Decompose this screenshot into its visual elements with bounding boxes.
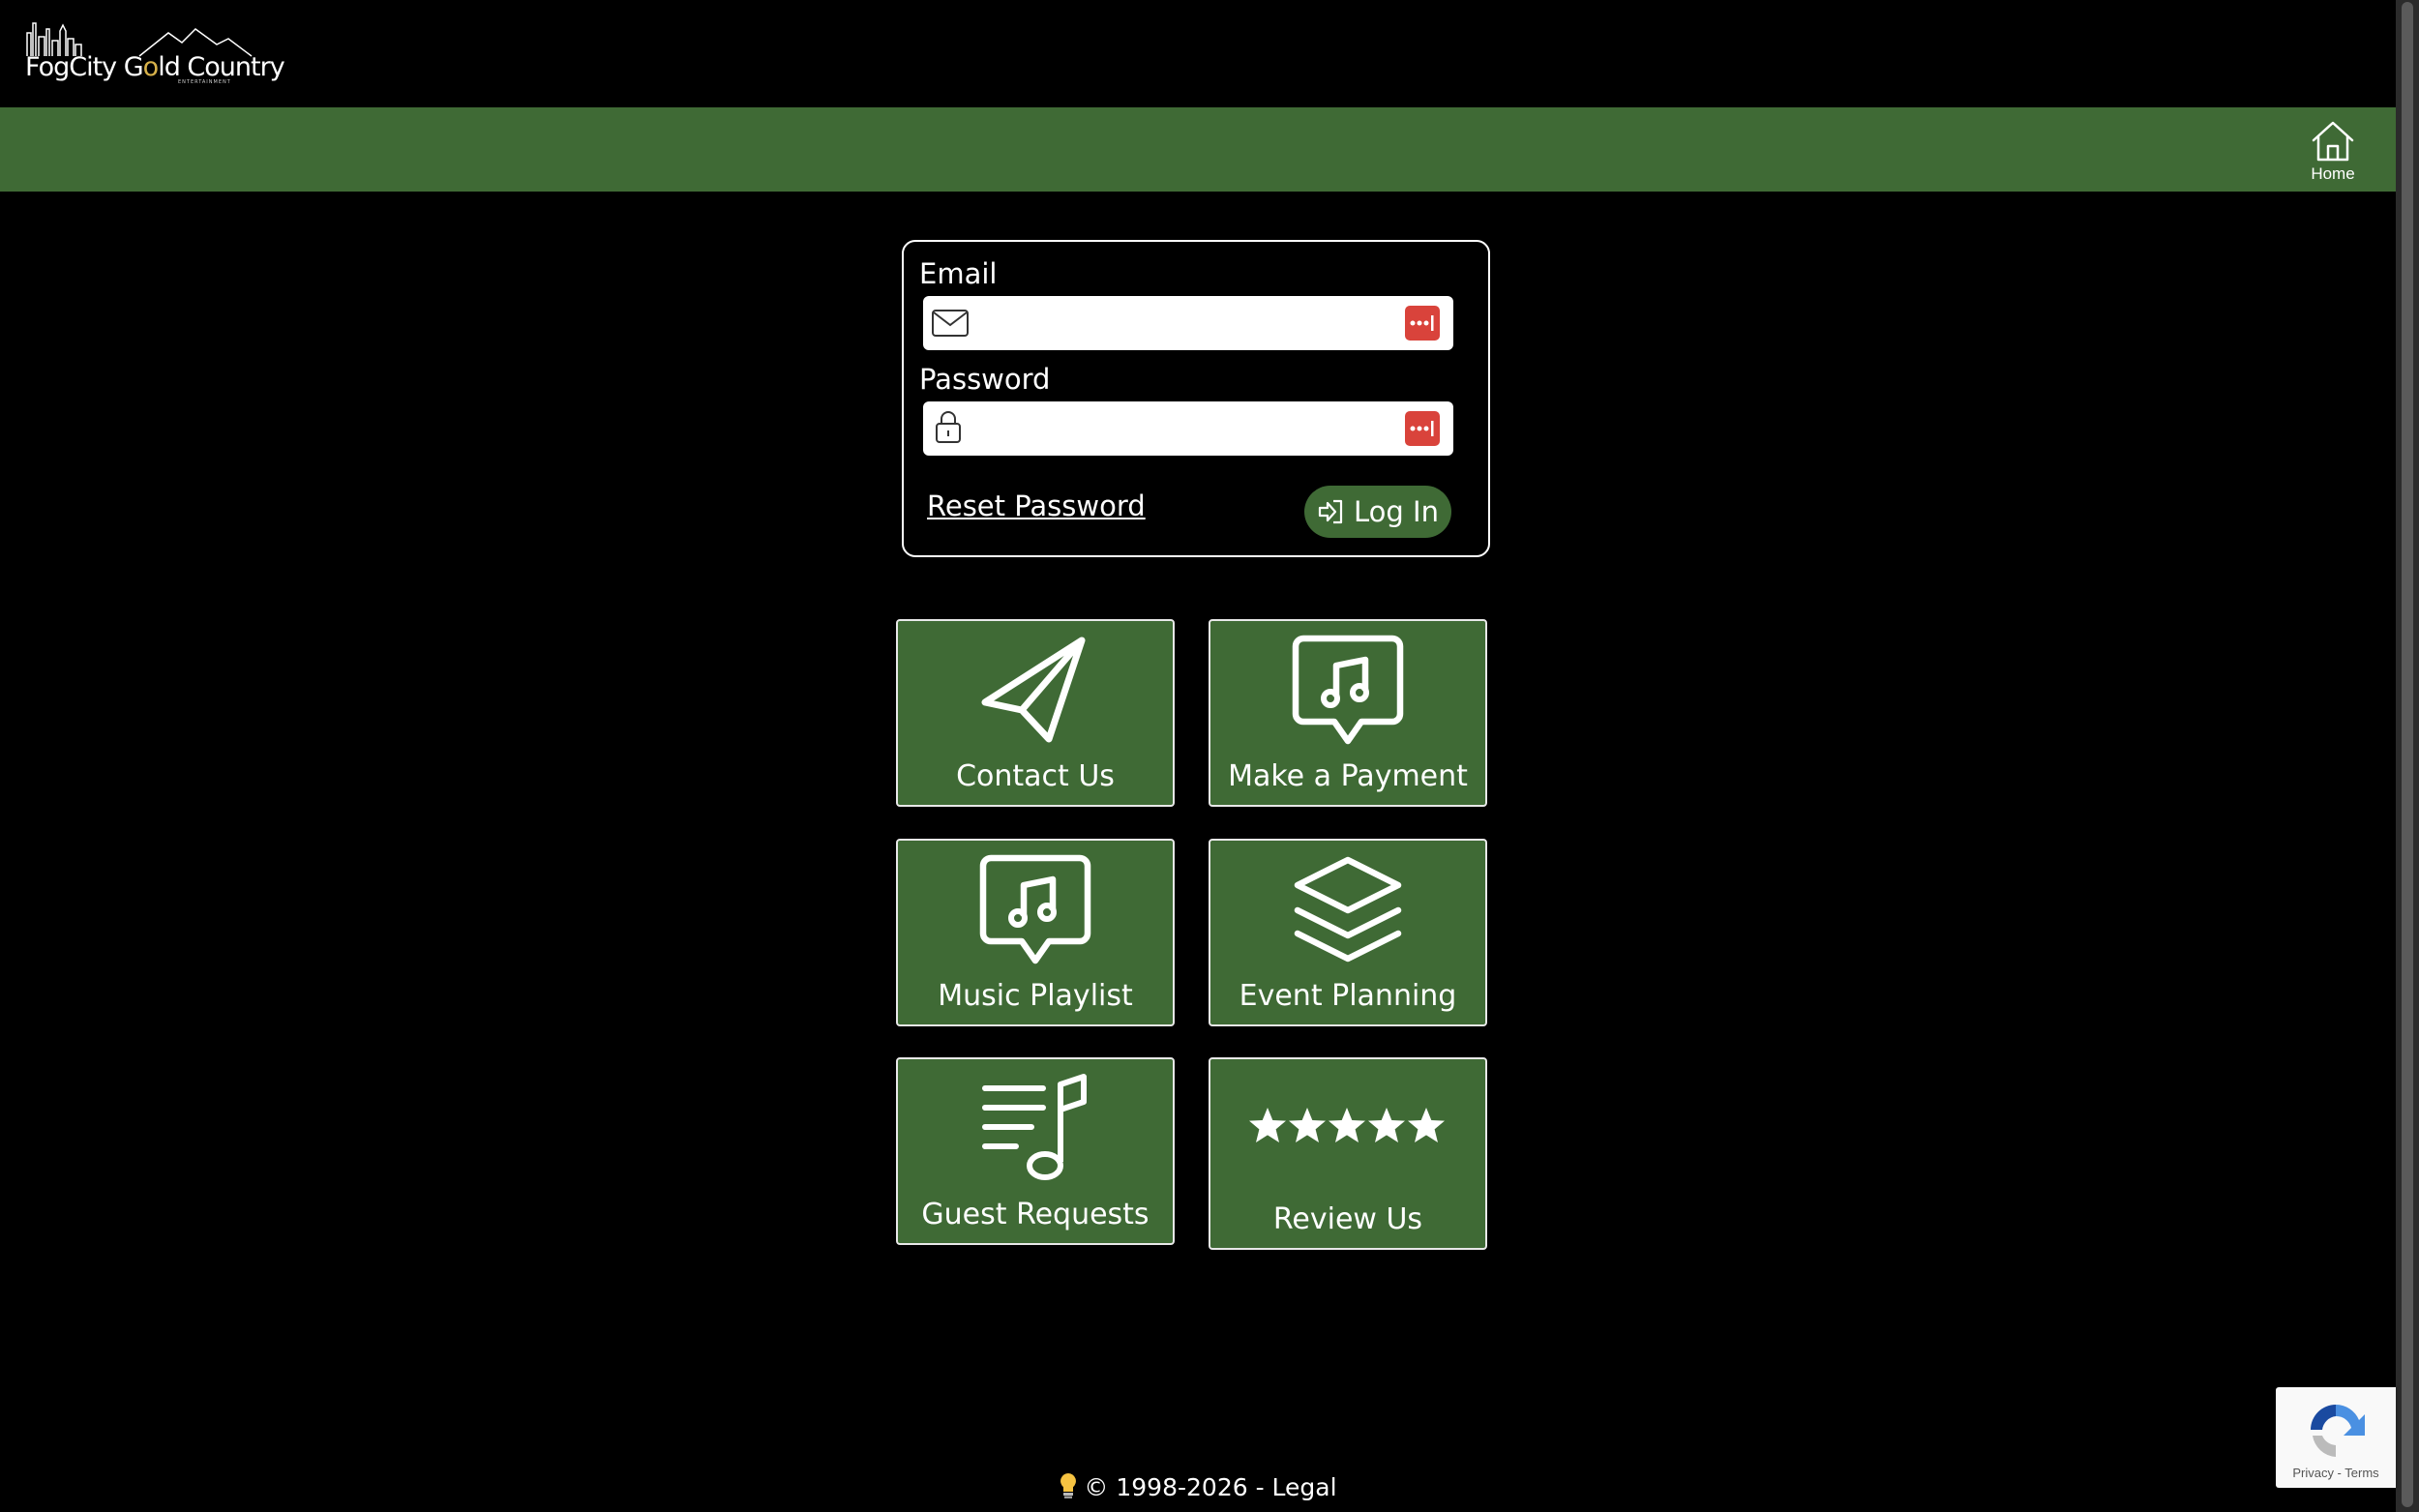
- password-manager-badge[interactable]: [1405, 306, 1440, 341]
- password-input[interactable]: [971, 407, 1388, 448]
- tile-make-a-payment[interactable]: Make a Payment: [1209, 619, 1487, 807]
- tile-label: Guest Requests: [921, 1198, 1150, 1231]
- lock-icon: [936, 411, 961, 443]
- recaptcha-icon: [2311, 1405, 2365, 1457]
- tile-music-playlist[interactable]: Music Playlist: [896, 839, 1175, 1026]
- logo-wordmark: FogCity Gold Country: [25, 52, 285, 82]
- tile-guest-requests[interactable]: Guest Requests: [896, 1057, 1175, 1245]
- music-chat-icon: [979, 854, 1091, 964]
- logo-subtext: ENTERTAINMENT: [178, 79, 231, 85]
- password-field-wrapper[interactable]: [923, 401, 1453, 456]
- envelope-icon: [932, 310, 969, 337]
- five-stars-icon: [1249, 1108, 1445, 1142]
- password-manager-icon: [1410, 421, 1434, 436]
- scrollbar-thumb[interactable]: [2402, 2, 2413, 1507]
- page-scrollbar[interactable]: [2396, 0, 2419, 1512]
- password-manager-badge[interactable]: [1405, 411, 1440, 446]
- email-field-wrapper[interactable]: [923, 296, 1453, 350]
- tile-label: Review Us: [1272, 1202, 1423, 1236]
- layers-icon: [1294, 856, 1402, 963]
- tile-label: Event Planning: [1239, 979, 1457, 1013]
- email-input[interactable]: [971, 302, 1388, 342]
- playlist-note-icon: [982, 1074, 1087, 1180]
- reset-password-link[interactable]: Reset Password: [927, 489, 1146, 522]
- email-label: Email: [919, 257, 998, 290]
- paper-plane-icon: [981, 637, 1086, 743]
- copyright-legal-link[interactable]: © 1998-2026 - Legal: [1084, 1473, 1336, 1501]
- home-icon: [2312, 121, 2354, 162]
- recaptcha-badge[interactable]: Privacy - Terms: [2276, 1387, 2396, 1488]
- password-label: Password: [919, 363, 1051, 396]
- tile-contact-us[interactable]: Contact Us: [896, 619, 1175, 807]
- tile-event-planning[interactable]: Event Planning: [1209, 839, 1487, 1026]
- tile-review-us[interactable]: Review Us: [1209, 1057, 1487, 1250]
- tile-label: Contact Us: [956, 759, 1115, 793]
- home-button[interactable]: Home: [2299, 119, 2367, 184]
- top-navbar: Home: [0, 107, 2396, 192]
- tile-label: Music Playlist: [938, 979, 1133, 1013]
- login-button[interactable]: Log In: [1304, 486, 1451, 538]
- login-form: Email Password Reset Password Log In: [902, 240, 1490, 557]
- page-footer: © 1998-2026 - Legal: [0, 1472, 2396, 1505]
- sign-in-icon: [1318, 499, 1343, 524]
- recaptcha-links[interactable]: Privacy - Terms: [2276, 1466, 2396, 1480]
- tile-label: Make a Payment: [1228, 759, 1468, 793]
- site-logo[interactable]: FogCity Gold Country ENTERTAINMENT: [23, 19, 285, 89]
- password-manager-icon: [1410, 315, 1434, 331]
- music-chat-icon: [1292, 635, 1404, 745]
- home-label: Home: [2311, 164, 2355, 183]
- login-button-label: Log In: [1354, 495, 1439, 528]
- lightbulb-icon: [1059, 1472, 1078, 1505]
